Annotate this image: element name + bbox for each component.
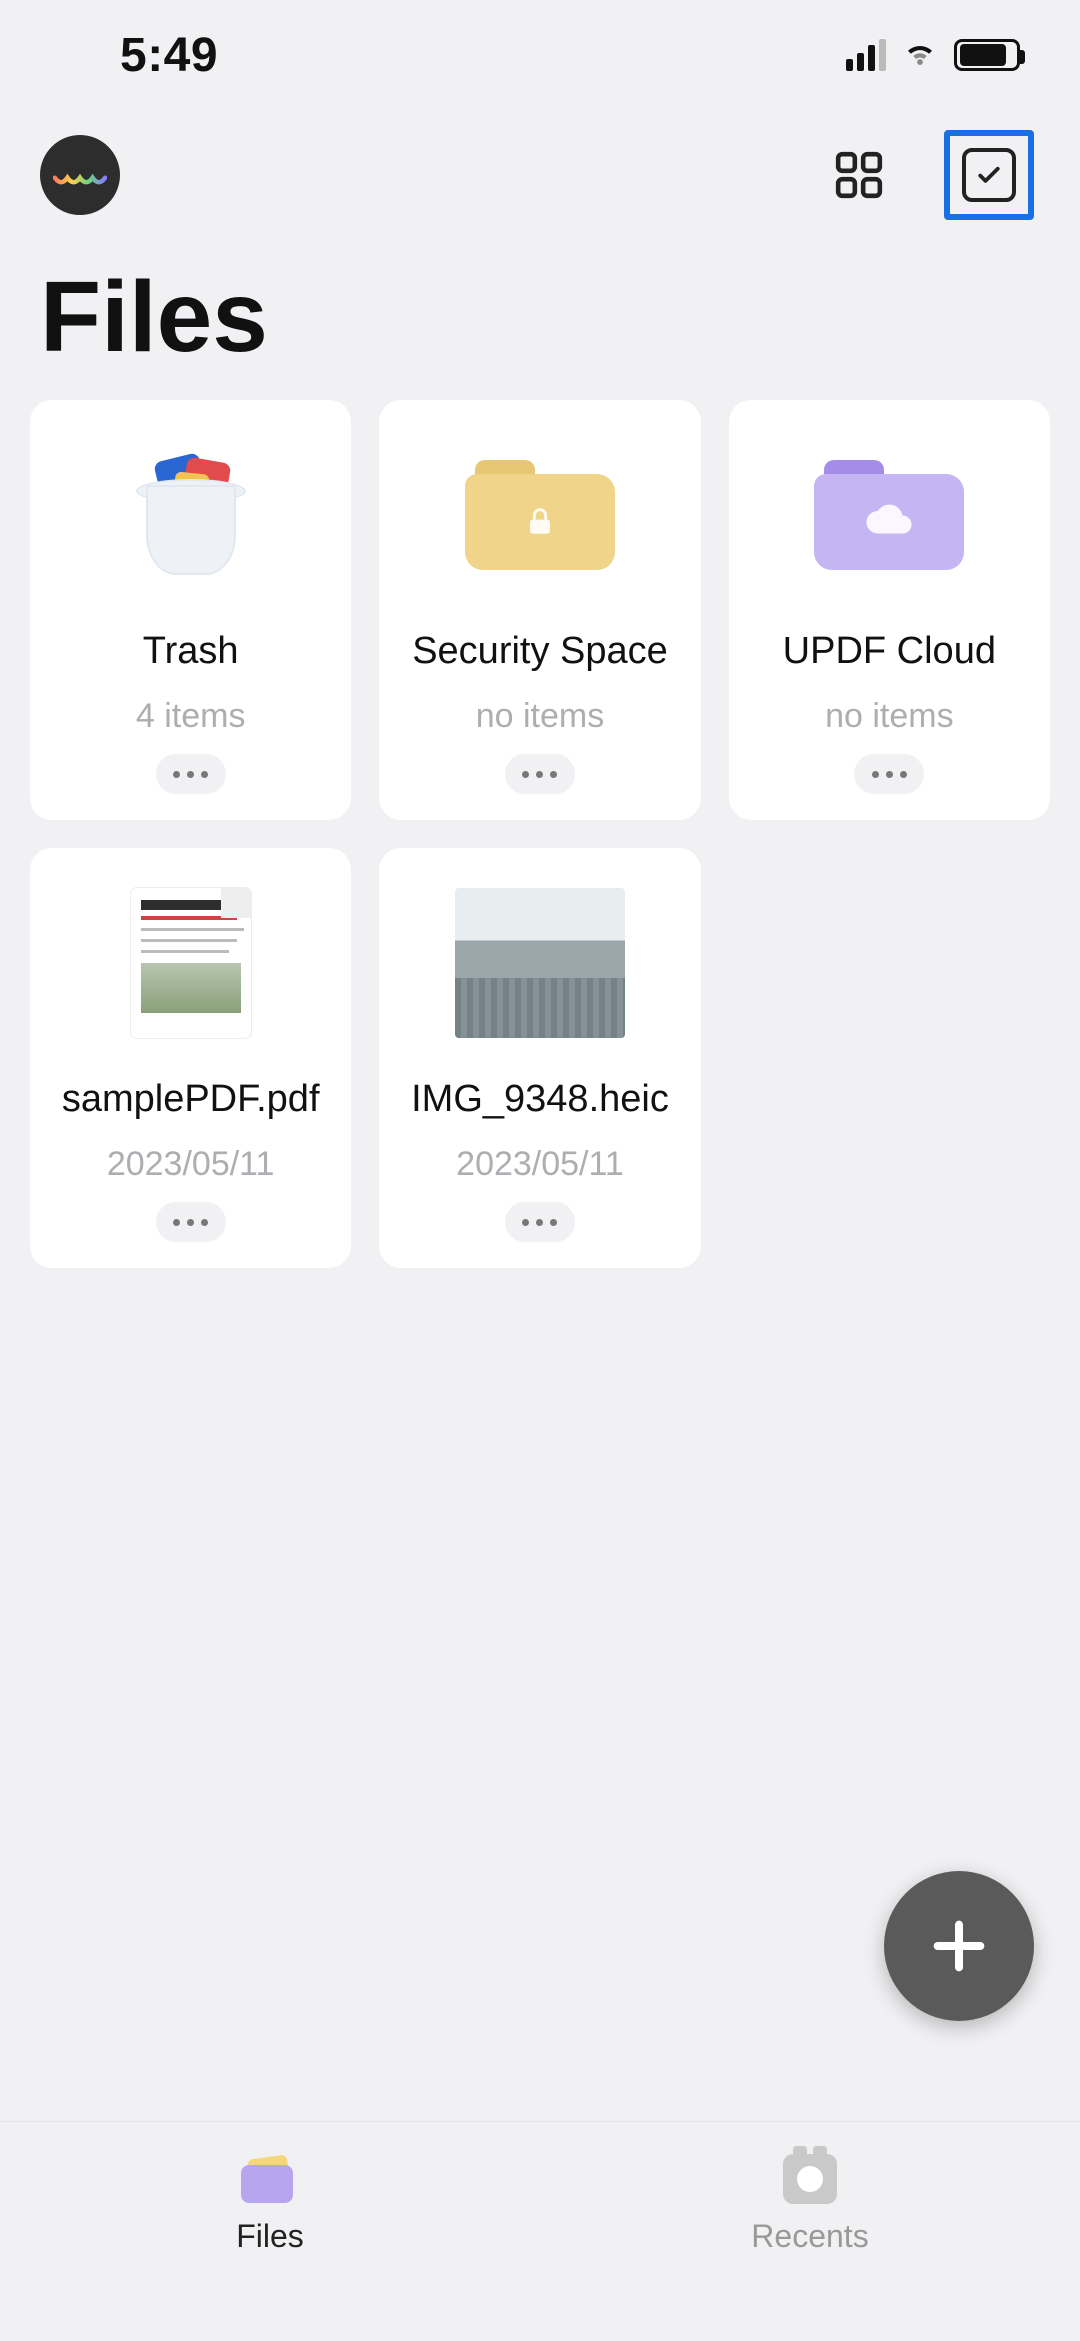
page-title: Files [40,260,268,375]
status-bar: 5:49 [0,0,1080,110]
item-more-button[interactable] [156,754,226,794]
pdf-thumbnail [106,888,276,1038]
app-logo[interactable] [40,135,120,215]
item-subtitle: no items [476,697,605,736]
item-subtitle: 2023/05/11 [107,1145,275,1184]
tab-recents[interactable]: Recents [540,2122,1080,2341]
item-title: Trash [42,630,339,673]
trash-icon [106,440,276,590]
item-more-button[interactable] [505,1202,575,1242]
select-mode-button[interactable] [944,130,1034,220]
status-time: 5:49 [120,28,218,83]
item-updf-cloud[interactable]: UPDF Cloud no items [729,400,1050,820]
item-trash[interactable]: Trash 4 items [30,400,351,820]
plus-icon [927,1914,991,1978]
bottom-tab-bar: Files Recents [0,2121,1080,2341]
tab-label: Files [236,2218,304,2255]
cloud-folder-icon [804,440,974,590]
wifi-icon [902,35,938,76]
item-title: Security Space [391,630,688,673]
view-mode-button[interactable] [824,140,894,210]
item-more-button[interactable] [854,754,924,794]
battery-icon [954,39,1020,71]
cellular-signal-icon [846,39,886,71]
check-icon [974,160,1004,190]
grid-view-icon [834,150,884,200]
item-subtitle: 4 items [136,697,246,736]
item-img-heic[interactable]: IMG_9348.heic 2023/05/11 [379,848,700,1268]
item-sample-pdf[interactable]: samplePDF.pdf 2023/05/11 [30,848,351,1268]
recents-tab-icon [783,2152,837,2206]
tab-label: Recents [751,2218,868,2255]
item-title: samplePDF.pdf [42,1078,339,1121]
item-subtitle: no items [825,697,954,736]
item-more-button[interactable] [505,754,575,794]
image-thumbnail [455,888,625,1038]
item-security-space[interactable]: Security Space no items [379,400,700,820]
locked-folder-icon [455,440,625,590]
item-title: IMG_9348.heic [391,1078,688,1121]
status-icons [846,35,1020,76]
add-button[interactable] [884,1871,1034,2021]
item-more-button[interactable] [156,1202,226,1242]
item-title: UPDF Cloud [741,630,1038,673]
header [0,130,1080,220]
files-tab-icon [241,2152,299,2206]
tab-files[interactable]: Files [0,2122,540,2341]
files-grid: Trash 4 items Security Space no items UP… [30,400,1050,1268]
item-subtitle: 2023/05/11 [456,1145,624,1184]
